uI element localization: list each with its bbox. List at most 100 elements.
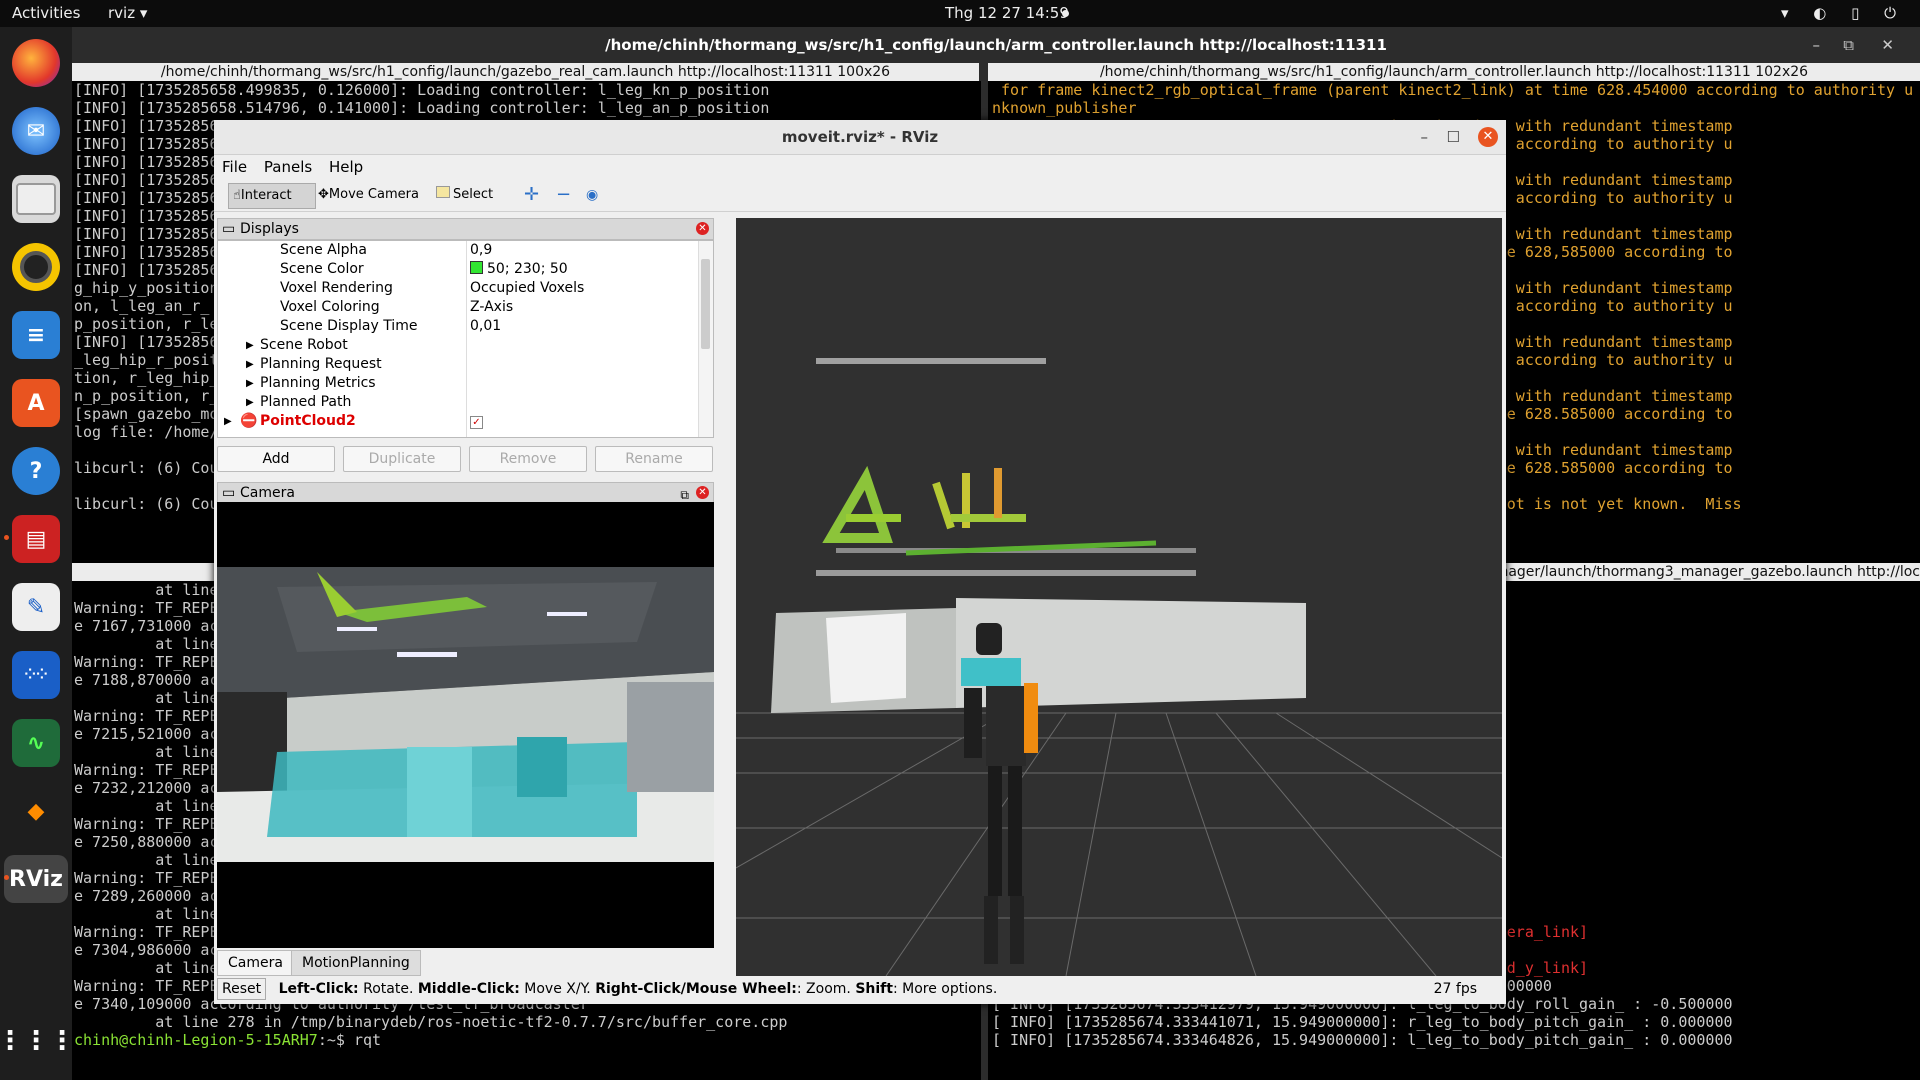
close-icon[interactable]: ✕	[1881, 27, 1894, 63]
camera-panel-icon: ▭	[222, 485, 236, 501]
clock[interactable]: Thg 12 27 14:59	[945, 4, 1069, 22]
rhythmbox-icon[interactable]	[12, 243, 60, 291]
scene-3d	[736, 218, 1502, 976]
terminal-line: nknown_publisher	[992, 99, 1137, 117]
add-button[interactable]: Add	[217, 446, 335, 472]
app-grid-icon[interactable]: ⁘⁘	[12, 651, 60, 699]
app-menu[interactable]: rviz ▾	[108, 4, 147, 22]
reset-button[interactable]: Reset	[217, 978, 267, 1000]
group-label: Scene Robot	[260, 337, 348, 353]
property-row[interactable]: Voxel Coloring Z-Axis	[218, 298, 698, 317]
writer-icon[interactable]: ≡	[12, 311, 60, 359]
property-row[interactable]: Scene Color 50; 230; 50	[218, 260, 698, 279]
minimize-icon[interactable]: –	[1421, 120, 1429, 154]
property-row[interactable]: Scene Display Time 0,01	[218, 317, 698, 336]
system-tray[interactable]: ▾ ◐ ▯ ⏻	[1781, 4, 1906, 22]
property-value[interactable]: 0,01	[470, 317, 501, 336]
show-apps-icon[interactable]: ⋮⋮⋮	[0, 1017, 75, 1065]
close-panel-icon[interactable]: ✕	[696, 222, 709, 235]
tree-group[interactable]: ▶ Planning Request	[218, 355, 698, 374]
hint-text: : More options.	[892, 981, 998, 997]
displays-title: Displays	[240, 221, 299, 237]
minimize-icon[interactable]: –	[1813, 27, 1821, 63]
tree-group[interactable]: ▶ Scene Robot	[218, 336, 698, 355]
terminal-window-title: /home/chinh/thormang_ws/src/h1_config/la…	[72, 27, 1920, 63]
expand-arrow-icon[interactable]: ▶	[246, 355, 254, 374]
interact-label: Interact	[240, 188, 292, 203]
scroll-thumb[interactable]	[701, 259, 710, 349]
expand-arrow-icon[interactable]: ▶	[246, 374, 254, 393]
menu-help[interactable]: Help	[329, 158, 363, 176]
move-camera-tool-button[interactable]: ✥Move Camera	[314, 183, 423, 207]
property-row[interactable]: Voxel Rendering Occupied Voxels	[218, 279, 698, 298]
files-icon[interactable]	[12, 175, 60, 223]
hand-icon: ☝	[233, 188, 241, 203]
app-center-icon[interactable]: A	[12, 379, 60, 427]
display-item-pointcloud2[interactable]: ▶ ⛔ PointCloud2 ✓	[218, 412, 698, 431]
expand-arrow-icon[interactable]: ▶	[246, 336, 254, 355]
terminal-pane-title: /home/chinh/thormang_ws/src/h1_config/la…	[988, 63, 1920, 81]
system-monitor-icon[interactable]: ∿	[12, 719, 60, 767]
terminal-title-text: /home/chinh/thormang_ws/src/h1_config/la…	[605, 36, 1387, 54]
enable-checkbox[interactable]: ✓	[470, 416, 483, 429]
menu-bar: File Panels Help	[214, 155, 1506, 179]
rviz-icon[interactable]: RViz	[4, 855, 68, 903]
color-value-text: 50; 230; 50	[487, 261, 568, 277]
remove-button[interactable]: Remove	[469, 446, 587, 472]
tree-group[interactable]: ▶ Planning Metrics	[218, 374, 698, 393]
displays-header: ▭ Displays ✕	[217, 218, 714, 240]
add-tool-icon[interactable]: ✛	[520, 183, 543, 207]
property-name: Scene Display Time	[280, 318, 418, 334]
property-value[interactable]: 50; 230; 50	[470, 260, 568, 279]
running-indicator	[4, 535, 9, 540]
property-value[interactable]: Occupied Voxels	[470, 279, 584, 298]
maximize-icon[interactable]: ☐	[1447, 120, 1460, 154]
terminal-line: for frame kinect2_rgb_optical_frame (par…	[992, 81, 1914, 99]
expand-arrow-icon[interactable]: ▶	[246, 393, 254, 412]
text-editor-icon[interactable]: ✎	[12, 583, 60, 631]
interact-tool-button[interactable]: ☝Interact	[228, 183, 316, 209]
select-icon	[436, 186, 450, 198]
sublime-icon[interactable]: ◆	[12, 787, 60, 835]
terminal-line: at line 278 in /tmp/binarydeb/ros-noetic…	[74, 1013, 788, 1031]
firefox-icon[interactable]	[12, 39, 60, 87]
menu-panels[interactable]: Panels	[264, 158, 312, 176]
expand-arrow-icon[interactable]: ▶	[224, 412, 232, 431]
duplicate-button[interactable]: Duplicate	[343, 446, 461, 472]
camera-image[interactable]	[217, 502, 714, 948]
camera-header: ▭ Camera ⧉ ✕	[217, 482, 714, 504]
tool-properties-icon[interactable]: ◉	[582, 183, 602, 207]
group-label: Planned Path	[260, 394, 352, 410]
rename-button[interactable]: Rename	[595, 446, 713, 472]
property-name: Voxel Coloring	[280, 299, 380, 315]
render-view-3d[interactable]	[736, 218, 1502, 976]
rviz-window: moveit.rviz* - RViz – ☐ ✕ File Panels He…	[214, 120, 1506, 1004]
tab-camera[interactable]: Camera	[217, 950, 294, 976]
maximize-icon[interactable]: ⧉	[1843, 27, 1854, 63]
displays-tree[interactable]: Scene Alpha 0,9 Scene Color 50; 230; 50 Vo…	[217, 240, 714, 438]
menu-file[interactable]: File	[222, 158, 247, 176]
property-name: Voxel Rendering	[280, 280, 393, 296]
help-icon[interactable]: ?	[12, 447, 60, 495]
activities-button[interactable]: Activities	[12, 4, 80, 22]
property-value[interactable]: Z-Axis	[470, 298, 513, 317]
tab-motionplanning[interactable]: MotionPlanning	[291, 950, 421, 976]
remove-tool-icon[interactable]: −	[552, 183, 575, 207]
hint-left-click: Left-Click:	[278, 981, 359, 997]
select-tool-button[interactable]: Select	[432, 183, 497, 207]
prompt-user: chinh@chinh-Legion-5-15ARH7	[74, 1031, 318, 1049]
property-value[interactable]: 0,9	[470, 241, 492, 260]
tree-group[interactable]: ▶ Planned Path	[218, 393, 698, 412]
close-icon[interactable]: ✕	[1478, 127, 1498, 147]
status-bar: Reset Left-Click: Rotate. Middle-Click: …	[217, 977, 1503, 1001]
fps-counter: 27 fps	[1433, 981, 1477, 997]
rviz-titlebar[interactable]: moveit.rviz* - RViz – ☐ ✕	[214, 120, 1506, 155]
thunderbird-icon[interactable]: ✉	[12, 107, 60, 155]
terminal-icon[interactable]: ▤	[12, 515, 60, 563]
camera-title: Camera	[240, 485, 295, 501]
close-panel-icon[interactable]: ✕	[696, 486, 709, 499]
move-camera-label: Move Camera	[328, 187, 419, 202]
tree-scrollbar[interactable]	[698, 241, 713, 437]
property-row[interactable]: Scene Alpha 0,9	[218, 241, 698, 260]
hint-middle-click: Middle-Click:	[417, 981, 520, 997]
